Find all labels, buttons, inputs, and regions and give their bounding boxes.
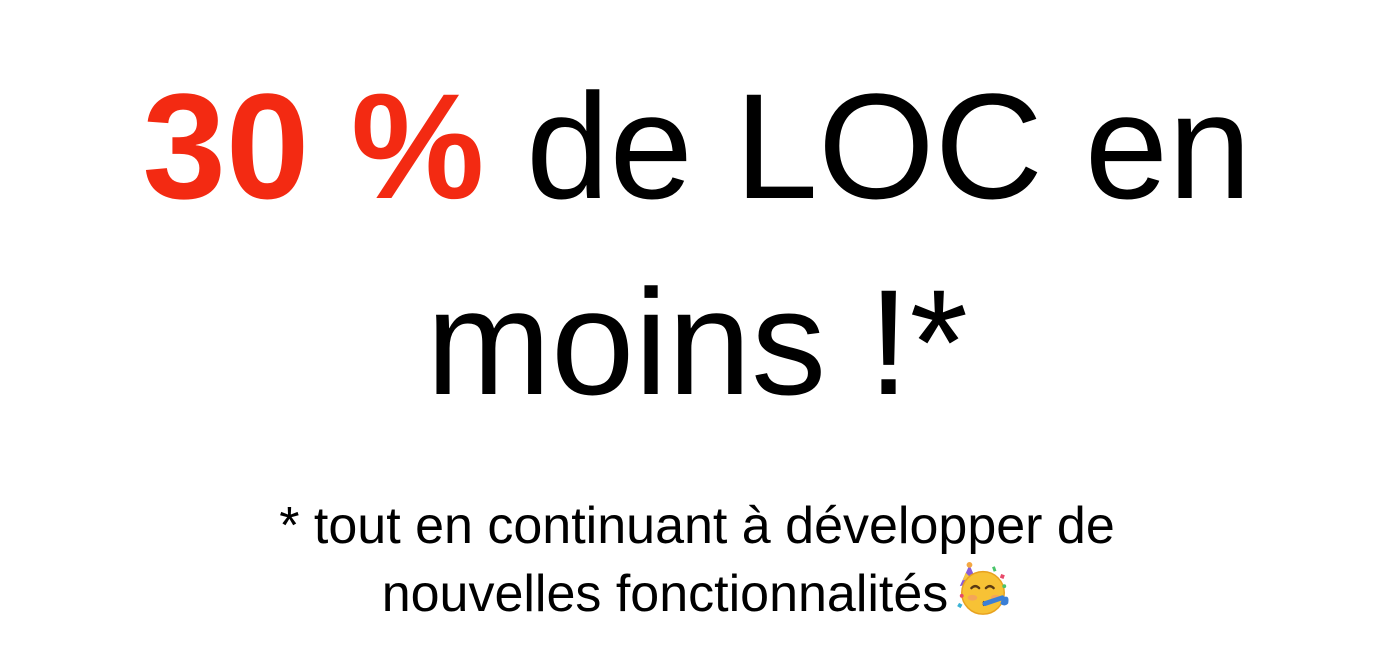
footnote-line-1: * tout en continuant à développer de — [279, 497, 1115, 555]
headline-line-2: moins !* — [426, 258, 968, 426]
slide: 30 % de LOC en moins !* * tout en contin… — [0, 0, 1394, 664]
headline-line-1-rest: de LOC en — [484, 62, 1252, 230]
footnote: * tout en continuant à développer de nou… — [279, 492, 1115, 628]
footnote-line-2: nouvelles fonctionnalités — [279, 560, 1115, 628]
footnote-line-2-text: nouvelles fonctionnalités — [381, 565, 949, 623]
headline-line-1: 30 % de LOC en — [142, 48, 1251, 244]
headline: 30 % de LOC en moins !* — [142, 48, 1251, 440]
headline-highlight: 30 % — [142, 62, 485, 230]
partying-face-icon — [957, 561, 1009, 615]
